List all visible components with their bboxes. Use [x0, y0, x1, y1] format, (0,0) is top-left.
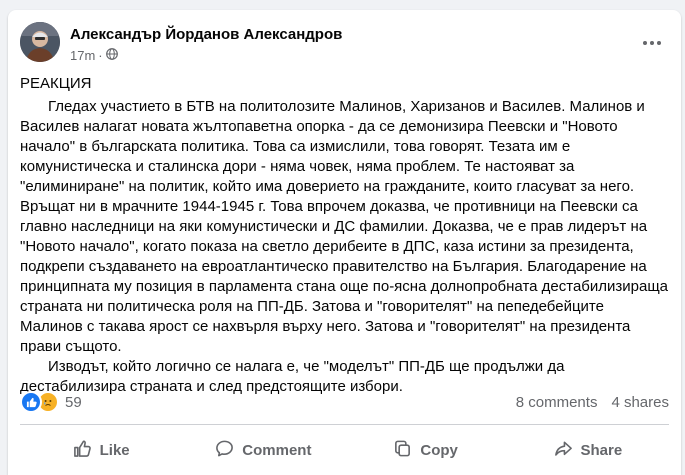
like-button[interactable]: Like	[20, 428, 182, 472]
meta-separator: ·	[98, 48, 103, 63]
comment-icon	[215, 439, 234, 462]
share-label: Share	[580, 441, 623, 459]
action-bar: Like Comment Copy Share	[20, 428, 669, 472]
post-body: РЕАКЦИЯ Гледах участието в БТВ на полито…	[20, 74, 670, 397]
more-options-icon[interactable]	[637, 28, 667, 58]
engagement-counts: 8 comments 4 shares	[516, 394, 669, 411]
comment-label: Comment	[242, 441, 312, 459]
reaction-count: 59	[65, 393, 82, 411]
globe-icon	[105, 48, 118, 63]
post-meta: 17m ·	[70, 48, 118, 63]
share-button[interactable]: Share	[507, 428, 669, 472]
post-paragraph: Гледах участието в БТВ на политолозите М…	[20, 98, 669, 355]
post-header: Александър Йорданов Александров 17m ·	[20, 22, 669, 66]
post-card: Александър Йорданов Александров 17m · РЕ…	[8, 10, 681, 475]
thumbs-up-icon	[73, 439, 92, 462]
post-stats: 59 8 comments 4 shares	[20, 390, 669, 414]
copy-label: Copy	[420, 441, 458, 459]
copy-button[interactable]: Copy	[345, 428, 507, 472]
divider	[20, 424, 669, 425]
share-arrow-icon	[554, 439, 573, 462]
comments-count[interactable]: 8 comments	[516, 394, 598, 411]
reaction-summary[interactable]: 59	[20, 391, 82, 413]
shares-count[interactable]: 4 shares	[611, 394, 669, 411]
avatar[interactable]	[20, 22, 60, 62]
post-time[interactable]: 17m	[70, 48, 95, 63]
copy-icon	[393, 439, 412, 462]
like-label: Like	[99, 441, 130, 459]
like-reaction-icon	[20, 391, 42, 413]
post-title: РЕАКЦИЯ	[20, 75, 92, 92]
author-name[interactable]: Александър Йорданов Александров	[70, 26, 342, 43]
comment-button[interactable]: Comment	[182, 428, 344, 472]
